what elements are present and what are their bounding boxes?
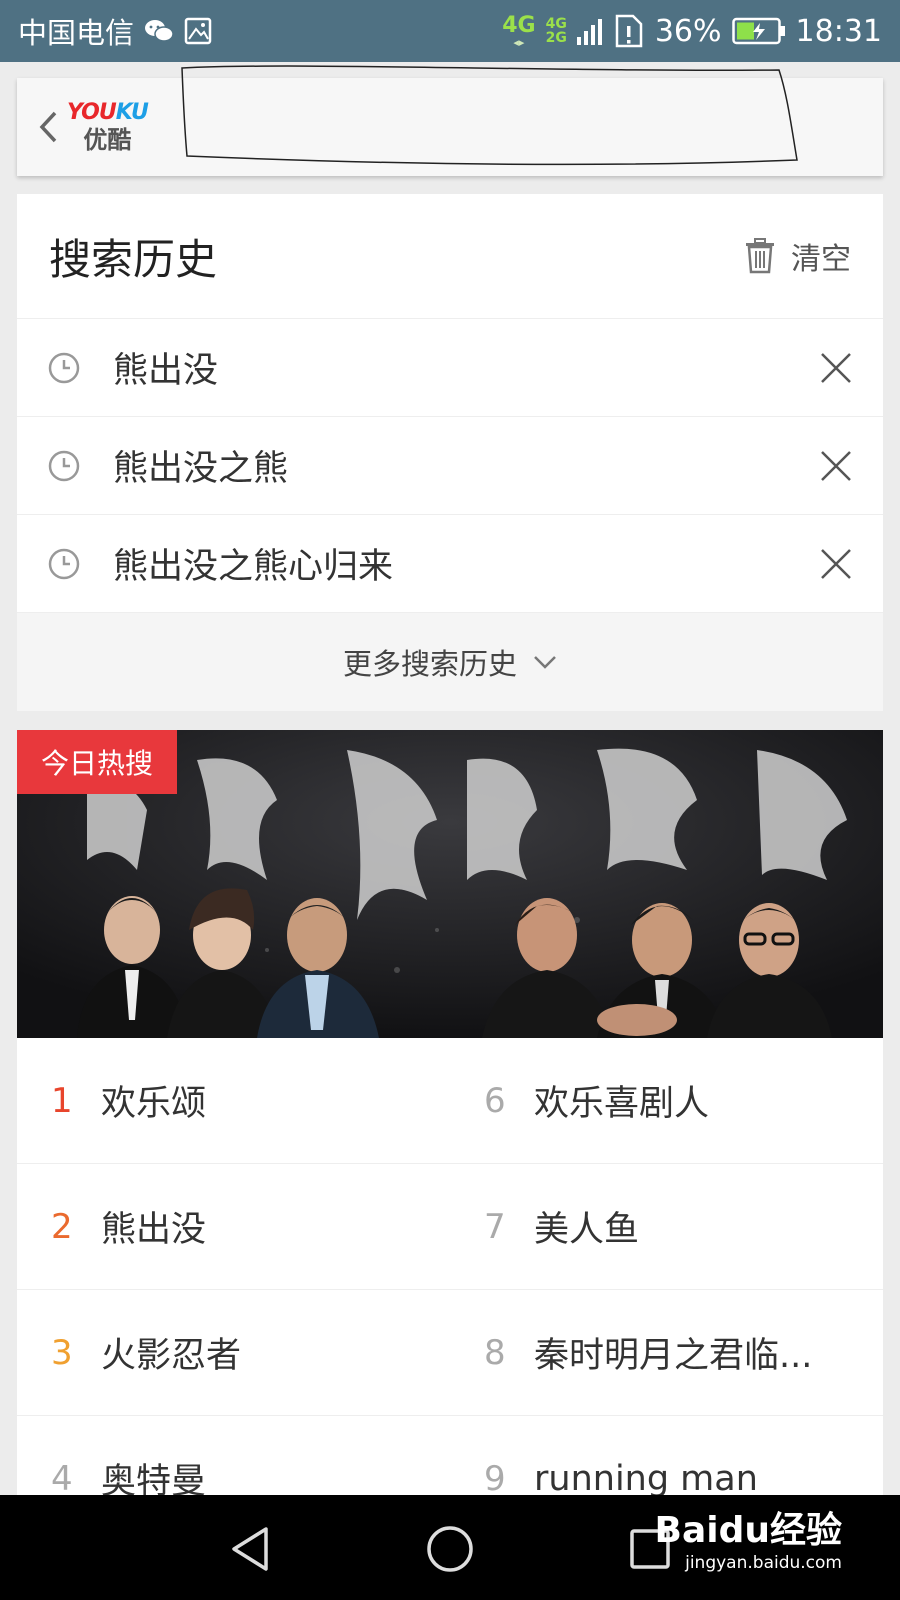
hot-row: 3 火影忍者 8 秦时明月之君临... bbox=[17, 1290, 883, 1416]
hot-title: running man bbox=[534, 1458, 758, 1499]
hot-rank: 1 bbox=[51, 1080, 73, 1121]
more-history-label: 更多搜索历史 bbox=[342, 647, 517, 681]
hot-item[interactable]: 9 running man bbox=[450, 1416, 883, 1499]
hot-item[interactable]: 8 秦时明月之君临... bbox=[450, 1290, 883, 1415]
triangle-back-icon bbox=[232, 1527, 268, 1571]
youku-logo[interactable]: YOUKU 优酷 bbox=[67, 102, 149, 154]
history-item[interactable]: 熊出没 bbox=[17, 319, 883, 417]
network-dual-indicator: 4G 2G bbox=[545, 16, 567, 46]
battery-percent: 36% bbox=[654, 13, 722, 49]
history-item-text: 熊出没之熊心归来 bbox=[113, 547, 394, 587]
search-history-header: 搜索历史 清空 bbox=[17, 194, 883, 319]
today-hot-badge: 今日热搜 bbox=[17, 730, 177, 794]
system-nav-bar: Baidu经验 jingyan.baidu.com bbox=[0, 1495, 900, 1600]
close-icon[interactable] bbox=[819, 547, 853, 581]
hot-item[interactable]: 7 美人鱼 bbox=[450, 1164, 883, 1289]
clear-history-label: 清空 bbox=[791, 242, 851, 277]
search-history-title: 搜索历史 bbox=[49, 234, 218, 284]
status-bar: 中国电信 4G ◂▸ 4G 2G 36% 18:31 bbox=[0, 0, 900, 62]
app-header: YOUKU 优酷 bbox=[17, 65, 883, 176]
hot-rank: 6 bbox=[484, 1080, 506, 1121]
hot-title: 欢乐颂 bbox=[101, 1084, 207, 1124]
hot-row: 1 欢乐颂 6 欢乐喜剧人 bbox=[17, 1038, 883, 1164]
hot-item[interactable]: 2 熊出没 bbox=[17, 1164, 450, 1289]
clock-icon bbox=[48, 450, 80, 481]
more-history-button[interactable]: 更多搜索历史 bbox=[17, 613, 883, 711]
clock-icon bbox=[48, 548, 80, 579]
signal-icon bbox=[576, 17, 603, 45]
carrier-label: 中国电信 bbox=[18, 16, 135, 50]
back-button[interactable] bbox=[37, 107, 67, 147]
hot-rank: 9 bbox=[484, 1458, 506, 1499]
hot-search-banner[interactable]: 今日热搜 bbox=[17, 730, 883, 1038]
close-icon[interactable] bbox=[819, 351, 853, 385]
trash-icon bbox=[746, 238, 774, 274]
nav-home-button[interactable] bbox=[420, 1519, 480, 1579]
clear-history-button[interactable]: 清空 bbox=[743, 234, 851, 278]
hot-title: 火影忍者 bbox=[101, 1336, 242, 1376]
wechat-icon bbox=[144, 18, 174, 44]
history-item-text: 熊出没 bbox=[113, 351, 219, 391]
hot-title: 秦时明月之君临... bbox=[534, 1336, 813, 1376]
watermark-bottom: jingyan.baidu.com bbox=[685, 1553, 842, 1573]
chevron-left-icon bbox=[39, 111, 57, 143]
history-item-text: 熊出没之熊 bbox=[113, 449, 289, 489]
hot-title: 奥特曼 bbox=[101, 1462, 207, 1498]
image-notification-icon bbox=[184, 17, 212, 45]
sim-alert-icon bbox=[613, 14, 645, 48]
network-4g-indicator: 4G ◂▸ bbox=[502, 12, 536, 49]
circle-home-icon bbox=[427, 1526, 473, 1572]
baidu-jingyan-watermark: Baidu经验 jingyan.baidu.com bbox=[655, 1513, 842, 1572]
hot-rank: 3 bbox=[51, 1332, 73, 1373]
history-item[interactable]: 熊出没之熊 bbox=[17, 417, 883, 515]
hot-rank: 8 bbox=[484, 1332, 506, 1373]
hot-row: 4 奥特曼 9 running man bbox=[17, 1416, 883, 1499]
hot-search-list: 1 欢乐颂 6 欢乐喜剧人 2 熊出没 7 美人鱼 3 火影忍者 8 秦时明月之… bbox=[17, 1038, 883, 1498]
clock-time: 18:31 bbox=[795, 13, 882, 49]
hot-item[interactable]: 3 火影忍者 bbox=[17, 1290, 450, 1415]
chevron-down-icon bbox=[534, 656, 556, 669]
close-icon[interactable] bbox=[819, 449, 853, 483]
hot-rank: 2 bbox=[51, 1206, 73, 1247]
hot-title: 欢乐喜剧人 bbox=[534, 1084, 710, 1124]
hot-row: 2 熊出没 7 美人鱼 bbox=[17, 1164, 883, 1290]
hot-item[interactable]: 1 欢乐颂 bbox=[17, 1038, 450, 1163]
search-input[interactable] bbox=[179, 64, 809, 174]
history-item[interactable]: 熊出没之熊心归来 bbox=[17, 515, 883, 613]
hot-item[interactable]: 4 奥特曼 bbox=[17, 1416, 450, 1499]
hot-title: 熊出没 bbox=[101, 1210, 207, 1250]
battery-charging-icon bbox=[731, 17, 786, 45]
youku-logo-cn: 优酷 bbox=[83, 126, 132, 154]
hot-item[interactable]: 6 欢乐喜剧人 bbox=[450, 1038, 883, 1163]
hot-rank: 4 bbox=[51, 1458, 73, 1499]
nav-back-button[interactable] bbox=[220, 1519, 280, 1579]
search-history-card: 搜索历史 清空 熊出没 熊出没之熊 熊出没之熊心归来 更多搜索历史 bbox=[17, 194, 883, 711]
hot-title: 美人鱼 bbox=[534, 1210, 640, 1250]
clock-icon bbox=[48, 352, 80, 383]
watermark-top: Baidu经验 bbox=[654, 1510, 842, 1551]
hot-rank: 7 bbox=[484, 1206, 506, 1247]
